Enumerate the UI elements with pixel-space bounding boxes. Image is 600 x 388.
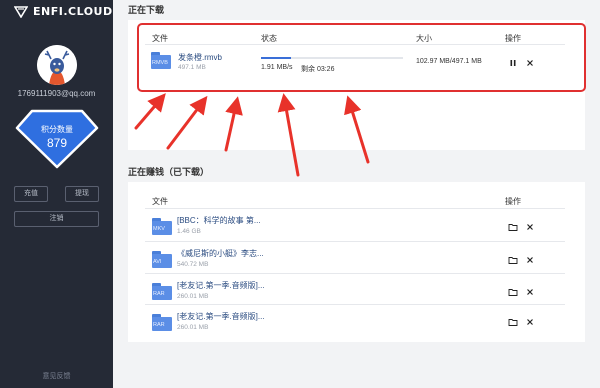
sidebar: ENFI.CLOUD 1769111903@qq.com 积分数量 879 充值… — [0, 0, 113, 388]
row-divider — [145, 241, 565, 242]
video-file-icon: MKV — [152, 218, 172, 235]
delete-icon[interactable] — [525, 287, 535, 297]
points-badge: 积分数量 879 — [14, 108, 100, 170]
points-label: 积分数量 — [41, 125, 73, 134]
delete-icon[interactable] — [525, 317, 535, 327]
deer-avatar-icon — [37, 45, 77, 85]
earning-file-size: 1.46 GB — [177, 228, 201, 235]
file-ext: RAR — [153, 322, 165, 328]
logo: ENFI.CLOUD — [14, 5, 113, 18]
earning-file-size: 260.01 MB — [177, 324, 209, 331]
earning-file-size: 260.01 MB — [177, 293, 209, 300]
row-divider — [145, 304, 565, 305]
earning-file-name: [BBC：科学的故事 第... — [177, 216, 261, 225]
delete-icon[interactable] — [525, 222, 535, 232]
file-ext: AVI — [153, 259, 162, 265]
logout-button[interactable]: 注销 — [14, 211, 99, 227]
open-folder-icon[interactable] — [508, 222, 518, 232]
archive-file-icon: RAR — [152, 314, 172, 331]
user-email: 1769111903@qq.com — [17, 89, 96, 98]
earning-file-name: 《威尼斯的小艇》李志... — [177, 249, 264, 258]
earning-col-file: 文件 — [152, 197, 168, 206]
earning-file-name: [老友记.第一季.音频版]... — [177, 312, 265, 321]
highlight-box — [137, 23, 586, 92]
open-folder-icon[interactable] — [508, 255, 518, 265]
video-file-icon: AVI — [152, 251, 172, 268]
open-folder-icon[interactable] — [508, 287, 518, 297]
logo-icon — [14, 5, 28, 18]
logo-text: ENFI.CLOUD — [33, 5, 113, 18]
earning-col-action: 操作 — [505, 197, 521, 206]
recharge-button[interactable]: 充值 — [14, 186, 48, 202]
earning-file-name: [老友记.第一季.音频版]... — [177, 281, 265, 290]
earning-file-size: 540.72 MB — [177, 261, 209, 268]
avatar[interactable] — [37, 45, 77, 85]
file-ext: RAR — [153, 291, 165, 297]
downloading-title: 正在下载 — [128, 5, 165, 15]
points-value: 879 — [46, 136, 68, 150]
open-folder-icon[interactable] — [508, 317, 518, 327]
withdraw-button[interactable]: 提现 — [65, 186, 99, 202]
file-ext: MKV — [153, 226, 165, 232]
earning-header-divider — [145, 208, 565, 209]
earning-title: 正在赚钱（已下载） — [128, 167, 210, 177]
row-divider — [145, 273, 565, 274]
delete-icon[interactable] — [525, 255, 535, 265]
archive-file-icon: RAR — [152, 283, 172, 300]
feedback-link[interactable]: 意见反馈 — [0, 371, 113, 381]
